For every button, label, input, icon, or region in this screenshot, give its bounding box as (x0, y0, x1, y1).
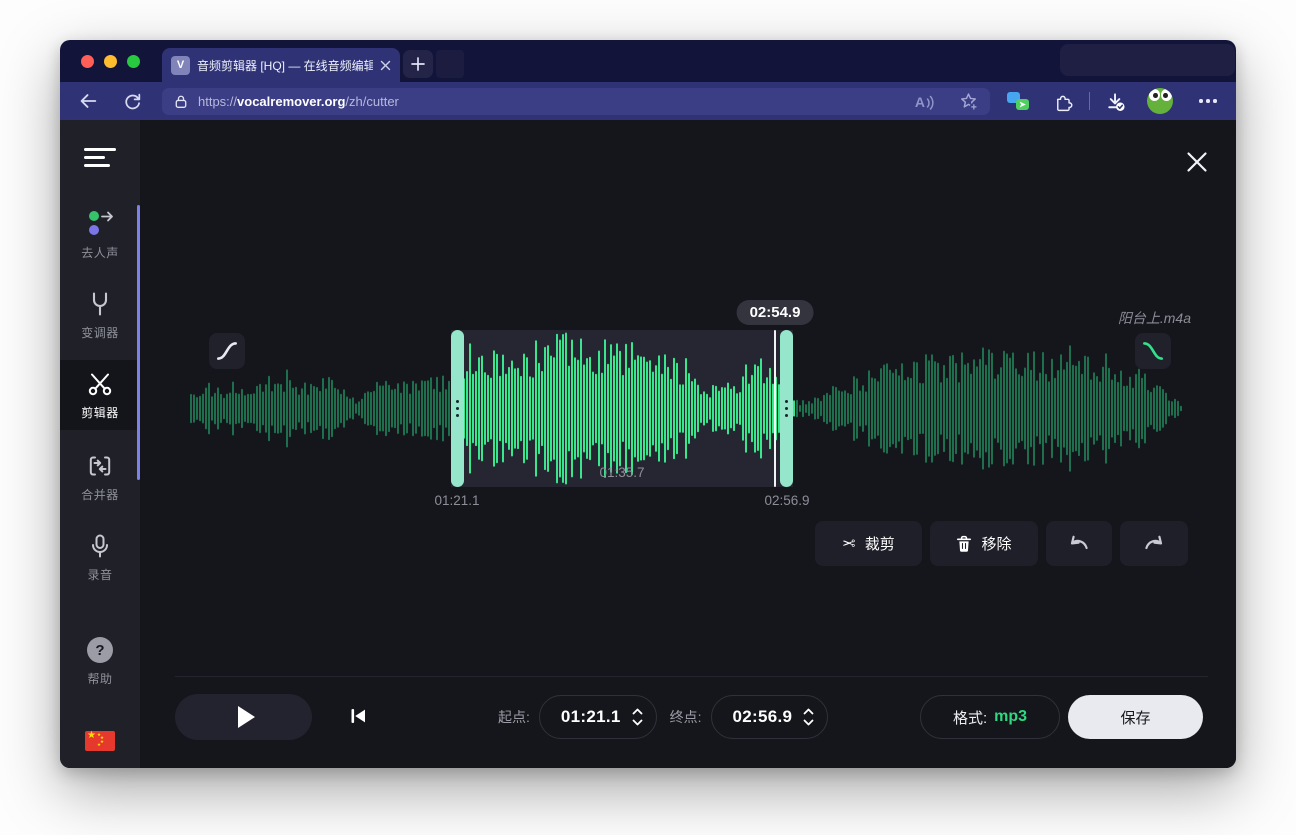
read-aloud-icon[interactable]: A (915, 94, 935, 110)
start-time-value: 01:21.1 (561, 707, 621, 727)
profile-avatar[interactable] (1147, 88, 1173, 114)
remove-button[interactable]: 移除 (930, 521, 1038, 566)
play-button[interactable] (175, 694, 312, 740)
tuning-fork-icon (86, 289, 114, 319)
undo-button[interactable] (1046, 521, 1112, 566)
selection-end-time: 02:56.9 (764, 493, 809, 508)
lock-icon (173, 93, 189, 110)
add-favorite-icon[interactable] (958, 91, 979, 112)
help-icon: ? (87, 635, 113, 665)
toolbar-separator (1089, 92, 1090, 110)
menu-icon[interactable] (84, 148, 116, 171)
redo-button[interactable] (1120, 521, 1188, 566)
chevron-down-icon (632, 719, 643, 726)
close-editor-button[interactable] (1183, 148, 1211, 176)
titlebar: V 音频剪辑器 [HQ] — 在线音频编辑 (60, 40, 1236, 82)
china-flag-icon: ★★★★★ (85, 731, 115, 751)
translate-extension-icon[interactable]: ➤ (1006, 89, 1030, 113)
end-time-value: 02:56.9 (733, 707, 793, 727)
sidebar-item-remove-vocal[interactable]: 去人声 (60, 202, 140, 268)
sidebar-item-joiner[interactable]: 合并器 (60, 444, 140, 510)
url-text: https://vocalremover.org/zh/cutter (198, 94, 399, 109)
tab-ghost (436, 50, 464, 78)
reload-button[interactable] (120, 89, 144, 113)
titlebar-right-panel (1060, 44, 1235, 76)
minimize-window-button[interactable] (104, 55, 117, 68)
waveform-svg[interactable] (190, 330, 1183, 487)
format-value: mp3 (994, 708, 1027, 726)
play-icon (238, 706, 255, 728)
playhead-line[interactable] (774, 330, 776, 487)
file-name: 阳台上.m4a (1118, 308, 1191, 328)
chevron-up-icon (803, 708, 814, 715)
save-button[interactable]: 保存 (1068, 695, 1203, 739)
format-selector[interactable]: 格式: mp3 (920, 695, 1060, 739)
edit-actions: ✂ 裁剪 移除 (815, 521, 1188, 566)
app-area: 去人声 变调器 剪辑器 (60, 120, 1236, 768)
scissors-icon (85, 369, 115, 399)
browser-tab[interactable]: V 音频剪辑器 [HQ] — 在线音频编辑 (162, 48, 400, 82)
selection-start-time: 01:21.1 (434, 493, 479, 508)
microphone-icon (86, 531, 114, 561)
sidebar-nav: 去人声 变调器 剪辑器 (60, 202, 140, 768)
selection-end-handle[interactable] (780, 330, 793, 487)
format-label: 格式: (953, 707, 987, 728)
playhead-time-tooltip: 02:54.9 (737, 300, 814, 325)
downloads-icon[interactable] (1103, 89, 1127, 113)
scissors-small-icon: ✂ (842, 534, 855, 553)
tab-title: 音频剪辑器 [HQ] — 在线音频编辑 (197, 57, 373, 74)
cut-button[interactable]: ✂ 裁剪 (815, 521, 922, 566)
trash-icon (956, 535, 972, 553)
skip-to-start-button[interactable] (346, 704, 370, 728)
sidebar-item-recorder[interactable]: 录音 (60, 524, 140, 590)
zoom-window-button[interactable] (127, 55, 140, 68)
time-controls: 起点: 01:21.1 终点: 02:56.9 (498, 695, 841, 739)
start-time-stepper[interactable]: 01:21.1 (539, 695, 657, 739)
remove-vocal-icon (85, 209, 115, 239)
browser-menu-icon[interactable] (1196, 99, 1220, 103)
browser-toolbar: https://vocalremover.org/zh/cutter A ➤ (60, 82, 1236, 120)
browser-window: V 音频剪辑器 [HQ] — 在线音频编辑 https://vocalremov… (60, 40, 1236, 768)
editor-main: 阳台上.m4a 02:54.9 01:21.1 01:35.7 02:56.9 (140, 120, 1236, 768)
selection-current-time: 01:35.7 (599, 465, 644, 480)
tab-close-icon[interactable] (380, 60, 391, 71)
chevron-up-icon (632, 708, 643, 715)
sidebar-item-help[interactable]: ? 帮助 (60, 628, 140, 694)
end-time-stepper[interactable]: 02:56.9 (711, 695, 829, 739)
back-button[interactable] (76, 89, 100, 113)
extensions-icon[interactable] (1051, 89, 1075, 113)
sidebar-item-cutter[interactable]: 剪辑器 (60, 360, 140, 430)
waveform-stage: 阳台上.m4a 02:54.9 01:21.1 01:35.7 02:56.9 (190, 300, 1183, 512)
end-time-label: 终点: (670, 707, 702, 727)
language-flag[interactable]: ★★★★★ (60, 708, 140, 768)
close-window-button[interactable] (81, 55, 94, 68)
address-bar[interactable]: https://vocalremover.org/zh/cutter A (162, 88, 990, 115)
chevron-down-icon (803, 719, 814, 726)
start-time-label: 起点: (498, 707, 530, 727)
selection-start-handle[interactable] (451, 330, 464, 487)
new-tab-button[interactable] (403, 50, 433, 78)
bottom-bar: 起点: 01:21.1 终点: 02:56.9 (140, 676, 1236, 768)
site-favicon: V (171, 56, 190, 75)
joiner-icon (85, 451, 115, 481)
sidebar: 去人声 变调器 剪辑器 (60, 120, 140, 768)
sidebar-item-pitcher[interactable]: 变调器 (60, 282, 140, 348)
